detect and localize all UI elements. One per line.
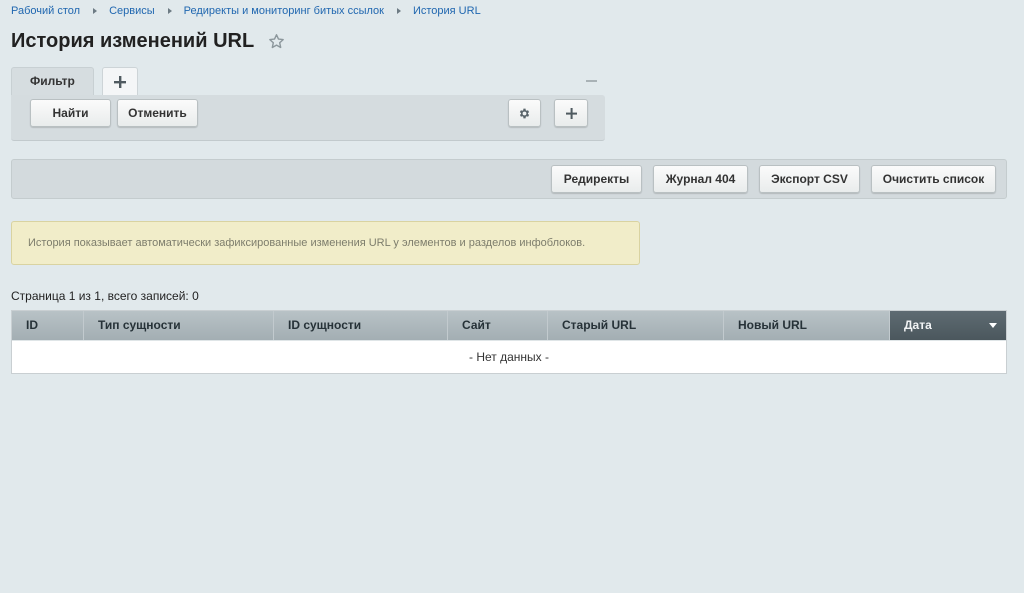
pagination-info: Страница 1 из 1, всего записей: 0 [11, 289, 199, 303]
column-old-url[interactable]: Старый URL [548, 311, 724, 340]
chevron-right-icon [396, 8, 401, 14]
column-entity-type[interactable]: Тип сущности [84, 311, 274, 340]
star-icon[interactable] [268, 33, 285, 50]
plus-icon [113, 75, 126, 88]
column-new-url[interactable]: Новый URL [724, 311, 890, 340]
add-filter-field-button[interactable] [554, 99, 588, 127]
breadcrumb-item-desktop[interactable]: Рабочий стол [11, 5, 80, 17]
filter-tabs: Фильтр [11, 67, 138, 96]
redirects-button[interactable]: Редиректы [551, 165, 642, 193]
chevron-right-icon [93, 8, 98, 14]
history-table: ID Тип сущности ID сущности Сайт Старый … [11, 310, 1007, 374]
tab-filter[interactable]: Фильтр [11, 67, 94, 95]
filter-panel: Найти Отменить [11, 95, 605, 141]
find-button[interactable]: Найти [30, 99, 111, 127]
breadcrumb-item-redirects[interactable]: Редиректы и мониторинг битых ссылок [184, 5, 384, 17]
cancel-button[interactable]: Отменить [117, 99, 198, 127]
clear-list-button[interactable]: Очистить список [871, 165, 996, 193]
info-notice: История показывает автоматически зафикси… [11, 221, 640, 265]
breadcrumb-item-services[interactable]: Сервисы [109, 5, 155, 17]
toolbar: Редиректы Журнал 404 Экспорт CSV Очистит… [11, 159, 1007, 199]
sort-desc-icon [989, 323, 997, 328]
column-id[interactable]: ID [12, 311, 84, 340]
table-header: ID Тип сущности ID сущности Сайт Старый … [12, 311, 1006, 340]
column-date-label: Дата [904, 318, 932, 332]
plus-icon [565, 107, 577, 119]
title-row: История изменений URL [11, 30, 285, 53]
column-date[interactable]: Дата [890, 311, 1006, 340]
column-entity-id[interactable]: ID сущности [274, 311, 448, 340]
breadcrumb-item-url-history[interactable]: История URL [413, 5, 481, 17]
empty-row: - Нет данных - [12, 340, 1006, 373]
journal-404-button[interactable]: Журнал 404 [653, 165, 748, 193]
export-csv-button[interactable]: Экспорт CSV [759, 165, 860, 193]
chevron-right-icon [167, 8, 172, 14]
add-filter-tab-button[interactable] [101, 67, 138, 95]
breadcrumb: Рабочий стол Сервисы Редиректы и монитор… [11, 5, 481, 17]
filter-settings-button[interactable] [508, 99, 541, 127]
collapse-filter-icon[interactable] [586, 80, 597, 82]
column-site[interactable]: Сайт [448, 311, 548, 340]
page-title: История изменений URL [11, 30, 255, 52]
gear-icon [519, 108, 530, 118]
